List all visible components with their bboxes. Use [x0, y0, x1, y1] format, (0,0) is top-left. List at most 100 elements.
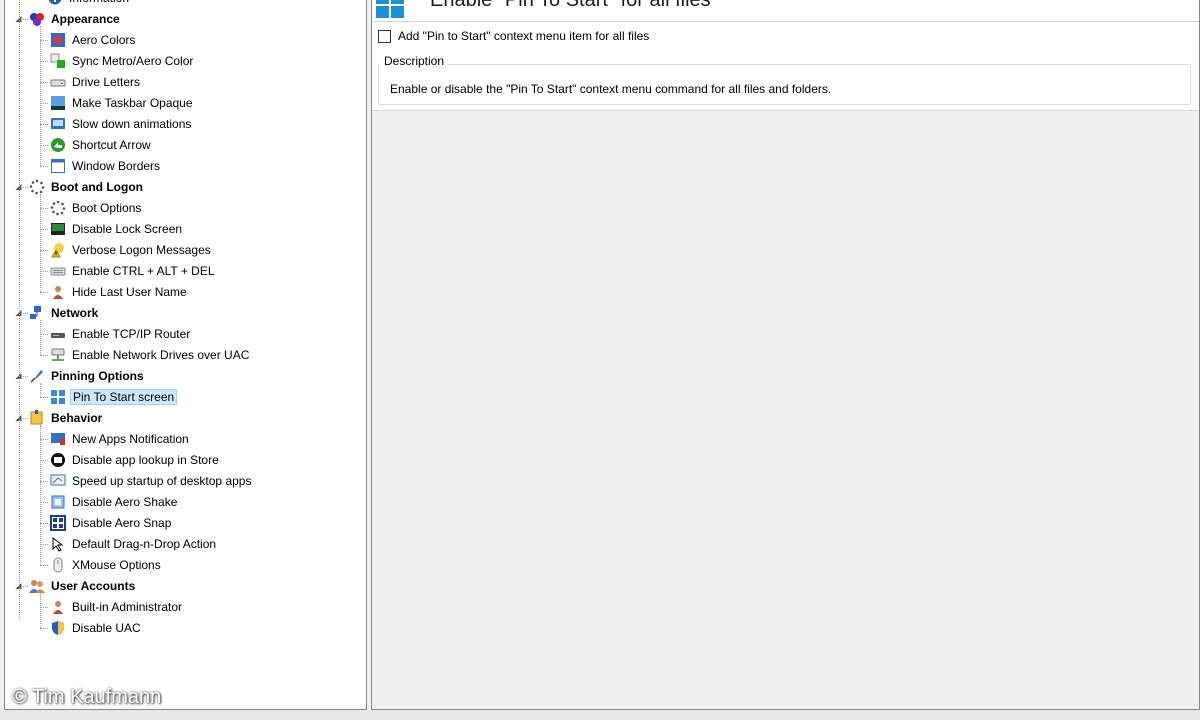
tree-item-label: Information [67, 0, 131, 6]
copyright-watermark: © Tim Kaufmann [12, 686, 162, 708]
page-title: Enable "Pin To Start" for all files [430, 0, 711, 11]
speed-icon [50, 473, 66, 489]
tree-item-aero-colors[interactable]: Aero Colors [50, 29, 137, 50]
tree-panel[interactable]: Information◢AppearanceAero ColorsSync Me… [4, 0, 367, 710]
tree-item-label: Aero Colors [72, 32, 136, 47]
information-icon [47, 0, 63, 6]
tree-item-label: Boot Options [72, 200, 142, 215]
tree-item-label: Boot and Logon [51, 179, 143, 194]
tree-item-label: Enable TCP/IP Router [72, 326, 191, 341]
tree-item-information[interactable]: Information [47, 0, 131, 8]
aero-shake-icon [50, 494, 66, 510]
tree-item-label: Network [51, 305, 99, 320]
tree-category-boot-and-logon[interactable]: Boot and Logon [29, 176, 145, 197]
header-strip: Enable "Pin To Start" for all files [372, 0, 1199, 22]
tree-item-sync-metro-aero-color[interactable]: Sync Metro/Aero Color [50, 50, 195, 71]
network-drive-icon [50, 347, 66, 363]
pin-to-start-checkbox[interactable] [378, 29, 391, 43]
window-borders-icon [50, 158, 66, 174]
tree-item-label: Enable CTRL + ALT + DEL [72, 263, 215, 278]
network-icon [29, 305, 45, 321]
tree-category-pinning-options[interactable]: Pinning Options [29, 365, 146, 386]
description-legend: Description [380, 54, 449, 68]
tree-item-label: Disable UAC [72, 620, 141, 635]
tree-category-user-accounts[interactable]: User Accounts [29, 575, 137, 596]
tree-item-label: Disable Aero Shake [72, 494, 178, 509]
tree-item-pin-to-start-screen[interactable]: Pin To Start screen [50, 386, 178, 407]
tree-item-new-apps-notification[interactable]: New Apps Notification [50, 428, 191, 449]
tree-item-label: Disable app lookup in Store [72, 452, 219, 467]
tree-item-label: User Accounts [51, 578, 136, 593]
appearance-icon [29, 11, 45, 27]
mouse-icon [50, 557, 66, 573]
tree-item-disable-aero-snap[interactable]: Disable Aero Snap [50, 512, 173, 533]
pin-to-start-checkbox-row[interactable]: Add "Pin to Start" context menu item for… [378, 29, 649, 43]
tree-item-drive-letters[interactable]: Drive Letters [50, 71, 142, 92]
user-accounts-icon [29, 578, 45, 594]
pin-icon [29, 368, 45, 384]
pin-start-icon [50, 389, 66, 405]
tree-item-speed-up-startup-of-desktop-apps[interactable]: Speed up startup of desktop apps [50, 470, 253, 491]
tree-item-enable-ctrl-alt-del[interactable]: Enable CTRL + ALT + DEL [50, 260, 217, 281]
tree-item-disable-aero-shake[interactable]: Disable Aero Shake [50, 491, 179, 512]
tree-item-label: Slow down animations [72, 116, 192, 131]
notification-icon [50, 431, 66, 447]
tree-item-label: Default Drag-n-Drop Action [72, 536, 217, 551]
boot-icon [29, 179, 45, 195]
tree-item-label: Pin To Start screen [70, 388, 178, 405]
tree-item-slow-down-animations[interactable]: Slow down animations [50, 113, 193, 134]
tree-item-window-borders[interactable]: Window Borders [50, 155, 162, 176]
tree-item-built-in-administrator[interactable]: Built-in Administrator [50, 596, 184, 617]
shortcut-arrow-icon [50, 137, 66, 153]
taskbar-icon [50, 95, 66, 111]
tree-item-label: Make Taskbar Opaque [72, 95, 193, 110]
aero-colors-icon [50, 32, 66, 48]
lock-screen-icon [50, 221, 66, 237]
description-text: Enable or disable the "Pin To Start" con… [390, 82, 832, 96]
tree-item-make-taskbar-opaque[interactable]: Make Taskbar Opaque [50, 92, 195, 113]
tree-item-xmouse-options[interactable]: XMouse Options [50, 554, 163, 575]
store-icon [50, 452, 66, 468]
aero-snap-icon [50, 514, 66, 531]
tree-item-label: Sync Metro/Aero Color [72, 53, 194, 68]
user-icon [50, 284, 66, 300]
tree-item-label: Shortcut Arrow [72, 137, 151, 152]
tree-item-boot-options[interactable]: Boot Options [50, 197, 143, 218]
verbose-logon-icon [50, 242, 66, 258]
drive-icon [50, 74, 66, 90]
keyboard-icon [50, 263, 66, 279]
tree-item-hide-last-user-name[interactable]: Hide Last User Name [50, 281, 189, 302]
tree-item-label: Built-in Administrator [72, 599, 183, 614]
sync-color-icon [50, 53, 66, 69]
tree-item-label: New Apps Notification [72, 431, 189, 446]
tree-item-label: Window Borders [72, 158, 161, 173]
uac-shield-icon [50, 620, 66, 636]
tree-item-default-drag-n-drop-action[interactable]: Default Drag-n-Drop Action [50, 533, 218, 554]
tree-item-verbose-logon-messages[interactable]: Verbose Logon Messages [50, 239, 213, 260]
tree-item-label: Behavior [51, 410, 103, 425]
tree-item-label: XMouse Options [72, 557, 161, 572]
checkbox-label[interactable]: Add "Pin to Start" context menu item for… [398, 29, 649, 43]
tree-item-label: Speed up startup of desktop apps [72, 473, 252, 488]
behavior-icon [29, 409, 45, 426]
windows-logo-icon [376, 0, 404, 22]
tree-item-label: Appearance [51, 11, 120, 26]
tree-item-label: Disable Aero Snap [72, 515, 172, 530]
tree-item-enable-tcp-ip-router[interactable]: Enable TCP/IP Router [50, 323, 192, 344]
tree-item-disable-lock-screen[interactable]: Disable Lock Screen [50, 218, 184, 239]
tree-item-label: Enable Network Drives over UAC [72, 347, 250, 362]
content-panel: Enable "Pin To Start" for all files Add … [371, 0, 1200, 710]
tree-category-appearance[interactable]: Appearance [29, 8, 122, 29]
tree-item-enable-network-drives-over-uac[interactable]: Enable Network Drives over UAC [50, 344, 251, 365]
tree-item-shortcut-arrow[interactable]: Shortcut Arrow [50, 134, 153, 155]
tree-item-label: Verbose Logon Messages [72, 242, 211, 257]
tree-item-disable-uac[interactable]: Disable UAC [50, 617, 143, 638]
animation-icon [50, 116, 66, 132]
router-icon [50, 326, 66, 342]
admin-icon [50, 599, 66, 615]
tree-item-label: Hide Last User Name [72, 284, 187, 299]
tree-item-label: Disable Lock Screen [72, 221, 183, 236]
status-strip [0, 710, 1200, 720]
tree-item-label: Drive Letters [72, 74, 141, 89]
tree-item-disable-app-lookup-in-store[interactable]: Disable app lookup in Store [50, 449, 221, 470]
